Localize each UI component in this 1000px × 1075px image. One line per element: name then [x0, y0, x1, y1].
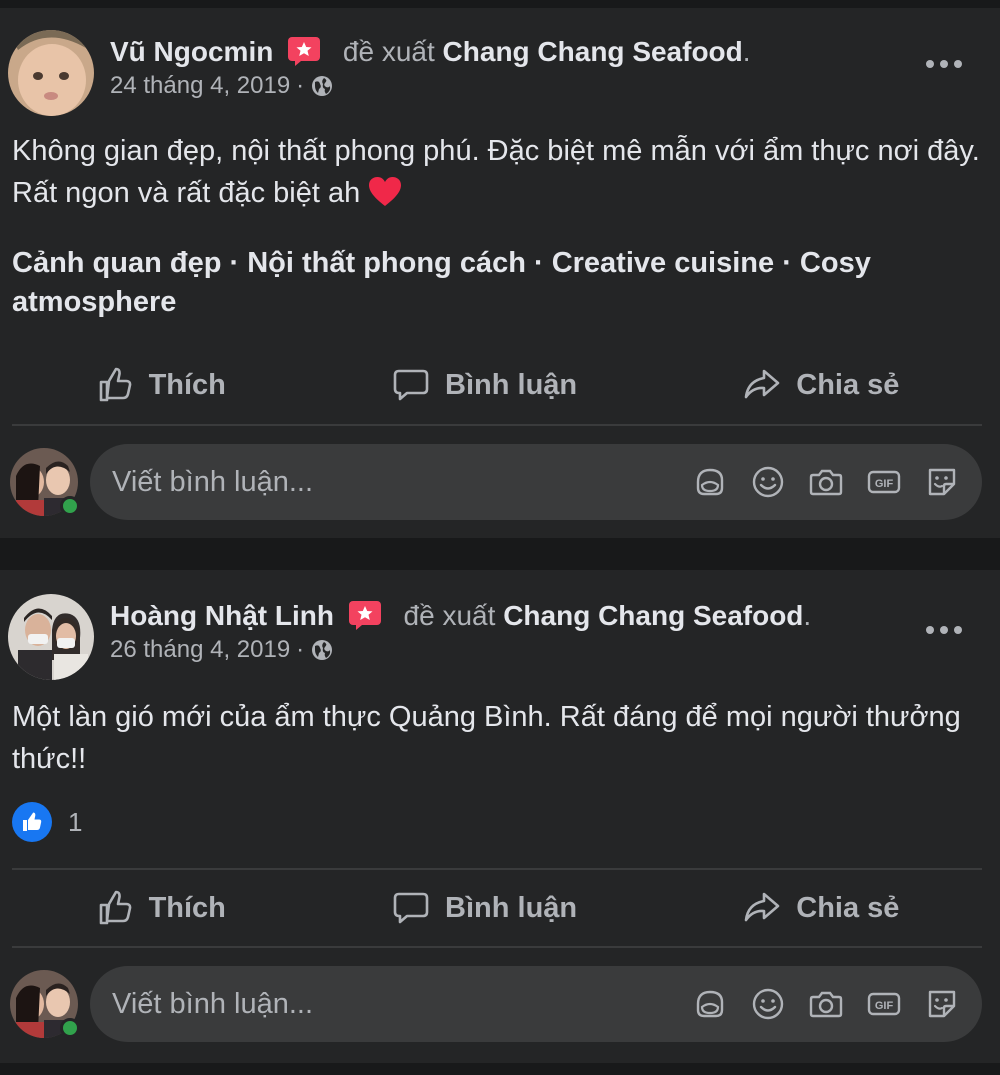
recommend-verb: đề xuất: [403, 600, 496, 631]
post-actions: Thích Bình luận Chia sẻ: [12, 868, 982, 948]
globe-icon: [310, 74, 334, 98]
post-text-content: Không gian đẹp, nội thất phong phú. Đặc …: [12, 135, 980, 209]
avatar[interactable]: [10, 970, 80, 1038]
share-button[interactable]: Chia sẻ: [742, 888, 899, 928]
avatar-sticker-icon[interactable]: [692, 986, 728, 1022]
comment-input[interactable]: [112, 987, 692, 1021]
comment-label: Bình luận: [445, 368, 578, 401]
avatar[interactable]: [10, 448, 80, 516]
reaction-summary[interactable]: 1: [12, 802, 82, 842]
recommendation-tags: Cảnh quan đẹp · Nội thất phong cách · Cr…: [12, 247, 871, 318]
author-name[interactable]: Hoàng Nhật Linh: [110, 600, 334, 631]
comment-label: Bình luận: [445, 891, 578, 924]
like-button[interactable]: Thích: [95, 888, 226, 928]
share-button[interactable]: Chia sẻ: [742, 365, 899, 405]
heart-icon: [368, 176, 402, 208]
feed: Vũ Ngocmin đề xuất Chang Chang Seafood. …: [0, 0, 1000, 1075]
post-text: Không gian đẹp, nội thất phong phú. Đặc …: [12, 130, 987, 214]
share-label: Chia sẻ: [796, 891, 900, 924]
avatar[interactable]: [8, 594, 94, 680]
more-icon[interactable]: [926, 626, 962, 634]
avatar-sticker-icon[interactable]: [692, 464, 728, 500]
like-button[interactable]: Thích: [95, 365, 226, 405]
comment-button[interactable]: Bình luận: [391, 365, 577, 405]
comment-icon: [393, 369, 429, 401]
gif-icon[interactable]: GIF: [866, 986, 902, 1022]
share-icon: [744, 892, 780, 922]
post-date[interactable]: 24 tháng 4, 2019: [110, 72, 290, 100]
svg-text:GIF: GIF: [875, 1000, 894, 1012]
svg-text:GIF: GIF: [875, 478, 894, 490]
more-icon[interactable]: [926, 60, 962, 68]
like-icon: [99, 367, 131, 402]
share-label: Chia sẻ: [796, 368, 900, 401]
comment-composer: GIF: [10, 444, 982, 520]
like-label: Thích: [148, 891, 226, 924]
like-icon: [99, 890, 131, 925]
recommend-icon: [287, 35, 321, 67]
page-link[interactable]: Chang Chang Seafood: [443, 36, 743, 67]
comment-icon: [393, 892, 429, 924]
post-card: Hoàng Nhật Linh đề xuất Chang Chang Seaf…: [0, 570, 1000, 1063]
online-indicator: [60, 496, 80, 516]
camera-icon[interactable]: [808, 464, 844, 500]
post-card: Vũ Ngocmin đề xuất Chang Chang Seafood. …: [0, 8, 1000, 538]
comment-box: GIF: [90, 444, 982, 520]
reaction-count: 1: [68, 806, 83, 837]
post-actions: Thích Bình luận Chia sẻ: [12, 346, 982, 426]
post-text: Một làn gió mới của ẩm thực Quảng Bình. …: [12, 701, 961, 775]
emoji-icon[interactable]: [750, 986, 786, 1022]
emoji-icon[interactable]: [750, 464, 786, 500]
like-label: Thích: [148, 368, 226, 401]
post-header: Hoàng Nhật Linh đề xuất Chang Chang Seaf…: [8, 594, 811, 680]
share-icon: [744, 369, 780, 399]
comment-composer: GIF: [10, 966, 982, 1042]
camera-icon[interactable]: [808, 986, 844, 1022]
comment-button[interactable]: Bình luận: [391, 888, 577, 928]
sticker-icon[interactable]: [924, 464, 960, 500]
author-name[interactable]: Vũ Ngocmin: [110, 36, 273, 67]
page-link[interactable]: Chang Chang Seafood: [503, 600, 803, 631]
avatar[interactable]: [8, 30, 94, 116]
recommend-verb: đề xuất: [342, 36, 435, 67]
recommend-icon: [348, 599, 382, 631]
like-icon: [12, 802, 52, 842]
post-date[interactable]: 26 tháng 4, 2019: [110, 636, 290, 664]
sticker-icon[interactable]: [924, 986, 960, 1022]
post-header: Vũ Ngocmin đề xuất Chang Chang Seafood. …: [8, 30, 751, 116]
comment-box: GIF: [90, 966, 982, 1042]
globe-icon: [310, 638, 334, 662]
online-indicator: [60, 1018, 80, 1038]
comment-input[interactable]: [112, 465, 692, 499]
gif-icon[interactable]: GIF: [866, 464, 902, 500]
